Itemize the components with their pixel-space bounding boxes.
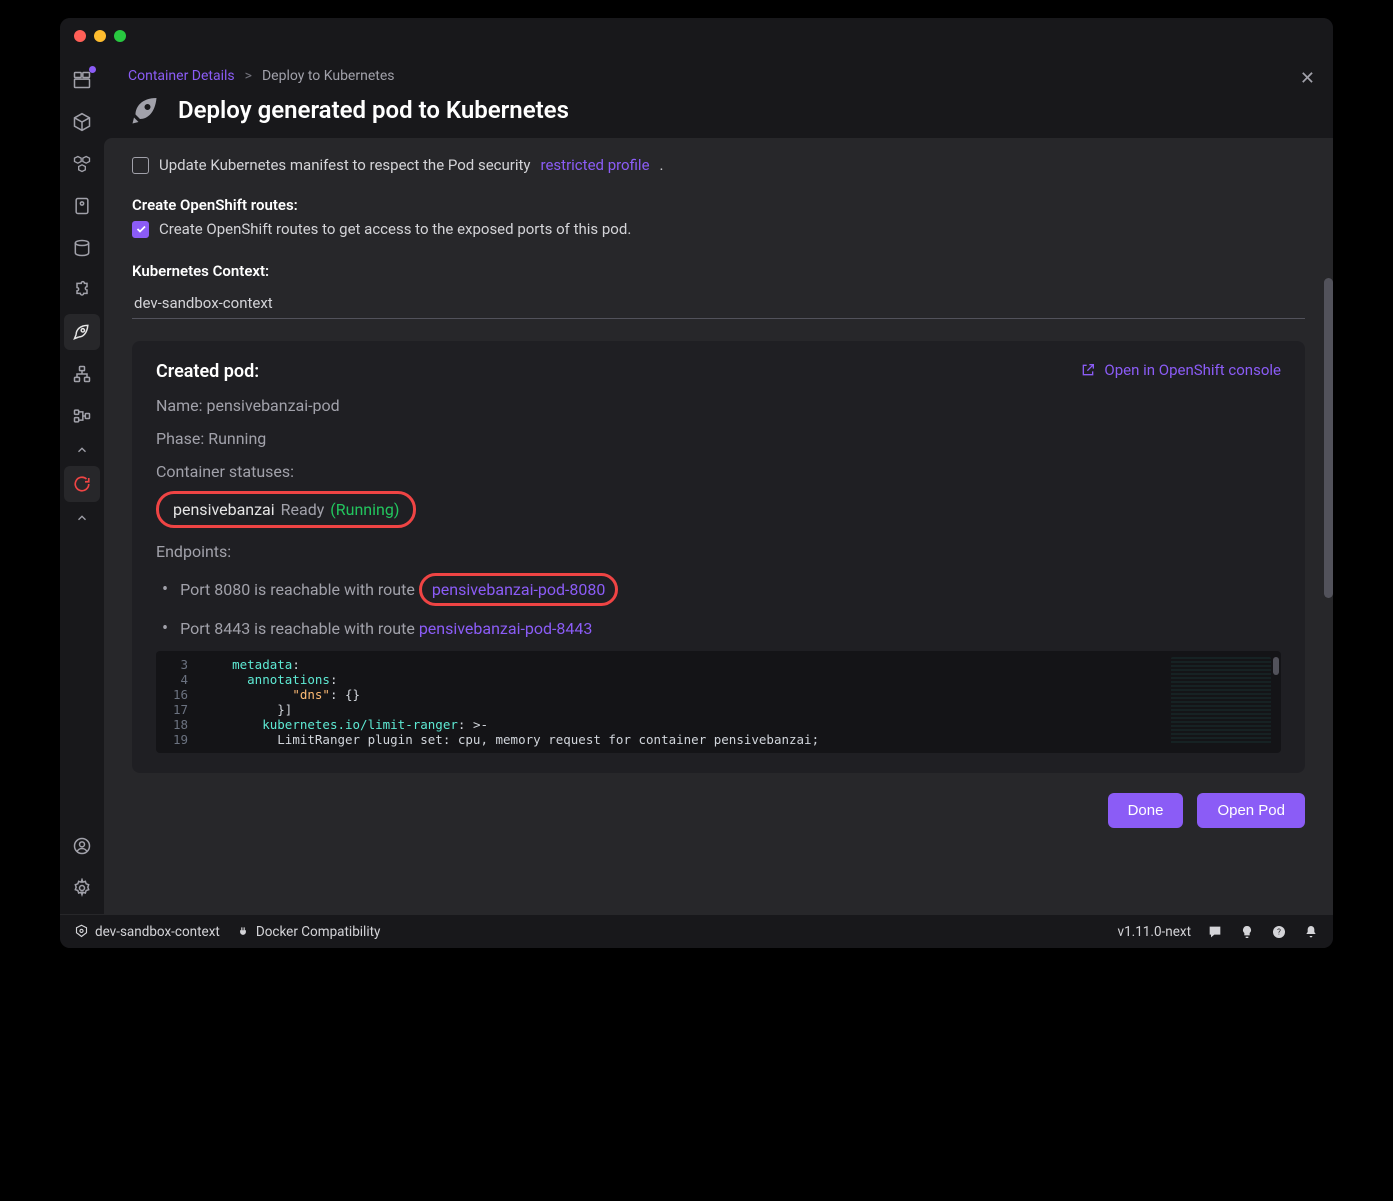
status-docker[interactable]: Docker Compatibility (236, 924, 381, 940)
breadcrumb-parent[interactable]: Container Details (128, 68, 235, 84)
routes-heading: Create OpenShift routes: (132, 196, 1305, 214)
rocket-icon (128, 92, 164, 128)
volumes-icon[interactable] (64, 230, 100, 266)
pods-icon[interactable] (64, 146, 100, 182)
container-name: pensivebanzai (173, 500, 275, 519)
yaml-editor[interactable]: 3 metadata:4 annotations:16 "dns": {}17 … (156, 651, 1281, 753)
minimap-scrollbar[interactable] (1273, 657, 1279, 675)
code-line: 16 "dns": {} (156, 687, 1281, 702)
routes-checkbox[interactable] (132, 221, 149, 238)
window-minimize-dot[interactable] (94, 30, 106, 42)
routes-label: Create OpenShift routes to get access to… (159, 220, 631, 238)
feedback-icon[interactable] (1207, 924, 1223, 940)
collapse-up-icon[interactable] (64, 440, 100, 460)
code-line: 3 metadata: (156, 657, 1281, 672)
created-pod-panel: Created pod: Open in OpenShift console N… (132, 341, 1305, 773)
images-icon[interactable] (64, 188, 100, 224)
breadcrumb: Container Details > Deploy to Kubernetes (128, 68, 1313, 84)
restricted-profile-link[interactable]: restricted profile (541, 156, 650, 174)
manifest-checkbox[interactable] (132, 157, 149, 174)
help-icon[interactable]: ? (1271, 924, 1287, 940)
content: Update Kubernetes manifest to respect th… (104, 138, 1333, 914)
page-header: Container Details > Deploy to Kubernetes… (104, 54, 1333, 138)
endpoints-label: Endpoints: (156, 542, 1281, 561)
lightbulb-icon[interactable] (1239, 924, 1255, 940)
done-button[interactable]: Done (1108, 793, 1184, 828)
manifest-suffix: . (660, 156, 664, 174)
status-version: v1.11.0-next (1118, 924, 1191, 940)
titlebar (60, 18, 1333, 54)
breadcrumb-current: Deploy to Kubernetes (262, 68, 395, 84)
pod-name-value: pensivebanzai-pod (206, 396, 339, 415)
pod-phase-line: Phase: Running (156, 429, 1281, 448)
statusbar: dev-sandbox-context Docker Compatibility… (60, 914, 1333, 948)
indicator-dot-icon (89, 66, 96, 73)
status-context[interactable]: dev-sandbox-context (74, 924, 220, 940)
main: Container Details > Deploy to Kubernetes… (104, 54, 1333, 914)
deploy-icon[interactable] (64, 314, 100, 350)
close-icon[interactable]: ✕ (1300, 68, 1315, 89)
cluster-icon[interactable] (64, 356, 100, 392)
pod-phase-label: Phase: (156, 429, 208, 448)
collapse-down-icon[interactable] (64, 508, 100, 528)
pod-phase-value: Running (208, 429, 266, 448)
status-docker-label: Docker Compatibility (256, 924, 381, 940)
open-pod-button[interactable]: Open Pod (1197, 793, 1305, 828)
bell-icon[interactable] (1303, 924, 1319, 940)
code-line: 17 }] (156, 702, 1281, 717)
page-title: Deploy generated pod to Kubernetes (178, 96, 569, 124)
kubernetes-icon (74, 924, 89, 939)
window-close-dot[interactable] (74, 30, 86, 42)
buttons-row: Done Open Pod (132, 793, 1305, 828)
containers-icon[interactable] (64, 104, 100, 140)
svg-text:?: ? (1277, 927, 1281, 936)
pod-name-label: Name: (156, 396, 206, 415)
endpoint-route-link[interactable]: pensivebanzai-pod-8443 (419, 619, 593, 638)
settings-icon[interactable] (64, 870, 100, 906)
context-select[interactable]: dev-sandbox-context (132, 288, 1305, 319)
routes-checkbox-row: Create OpenShift routes to get access to… (132, 220, 1305, 238)
breadcrumb-sep: > (245, 68, 252, 84)
dashboard-icon[interactable] (64, 62, 100, 98)
container-statuses-label: Container statuses: (156, 462, 1281, 481)
sidebar (60, 54, 104, 914)
manifest-checkbox-row: Update Kubernetes manifest to respect th… (132, 156, 1305, 174)
minimap-icon (1171, 657, 1271, 745)
plug-icon (236, 925, 250, 939)
manifest-label: Update Kubernetes manifest to respect th… (159, 156, 531, 174)
topology-icon[interactable] (64, 398, 100, 434)
refresh-icon[interactable] (64, 466, 100, 502)
code-line: 4 annotations: (156, 672, 1281, 687)
container-state: (Running) (330, 500, 399, 519)
endpoint-item: Port 8080 is reachable with route pensiv… (182, 573, 1281, 606)
window-maximize-dot[interactable] (114, 30, 126, 42)
container-status-badge: pensivebanzai Ready (Running) (156, 491, 416, 528)
pod-name-line: Name: pensivebanzai-pod (156, 396, 1281, 415)
body-area: Container Details > Deploy to Kubernetes… (60, 54, 1333, 914)
vertical-scrollbar[interactable] (1324, 278, 1333, 598)
external-link-icon (1080, 362, 1096, 378)
app-window: Container Details > Deploy to Kubernetes… (60, 18, 1333, 948)
extensions-icon[interactable] (64, 272, 100, 308)
endpoint-prefix: Port 8080 is reachable with route (180, 580, 415, 599)
container-ready: Ready (281, 500, 325, 519)
endpoint-route-link[interactable]: pensivebanzai-pod-8080 (419, 573, 619, 606)
status-context-label: dev-sandbox-context (95, 924, 220, 940)
endpoints-list: Port 8080 is reachable with route pensiv… (156, 573, 1281, 639)
code-line: 19 LimitRanger plugin set: cpu, memory r… (156, 732, 1281, 747)
context-heading: Kubernetes Context: (132, 262, 1305, 280)
open-console-link[interactable]: Open in OpenShift console (1080, 361, 1281, 379)
account-icon[interactable] (64, 828, 100, 864)
open-console-label: Open in OpenShift console (1104, 361, 1281, 379)
endpoint-item: Port 8443 is reachable with route pensiv… (182, 618, 1281, 639)
code-line: 18 kubernetes.io/limit-ranger: >- (156, 717, 1281, 732)
endpoint-prefix: Port 8443 is reachable with route (180, 619, 415, 638)
